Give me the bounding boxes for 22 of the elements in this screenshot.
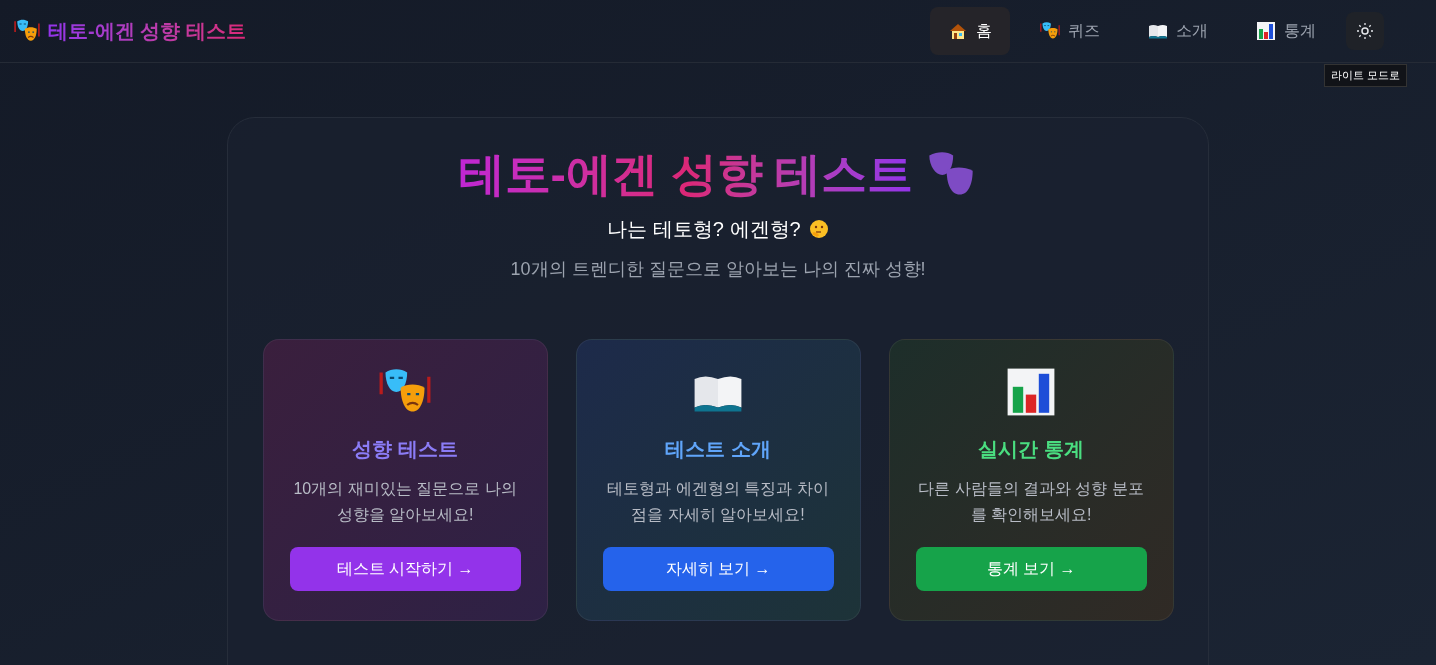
- bar-chart-icon: [1256, 21, 1276, 41]
- tooltip: 라이트 모드로: [1324, 64, 1408, 87]
- theater-masks-icon: [14, 18, 40, 44]
- subtitle: 나는 테토형? 에겐형?: [607, 216, 801, 242]
- nav-tab[interactable]: 홈: [930, 7, 1010, 55]
- nav-tab[interactable]: 소개: [1130, 7, 1226, 55]
- thinking-face-icon: [808, 218, 829, 239]
- card-button[interactable]: 자세히 보기 →: [602, 546, 834, 591]
- card-title: 성향 테스트: [352, 436, 458, 462]
- house-icon: [948, 21, 968, 41]
- card-text: 다른 사람들의 결과와 성향 분포를 확인해보세요!: [917, 478, 1145, 525]
- nav-tab[interactable]: 통계: [1238, 7, 1334, 55]
- theater-masks-icon: [1040, 21, 1060, 41]
- card-button[interactable]: 테스트 시작하기 →: [289, 546, 521, 591]
- nav-tab[interactable]: 퀴즈: [1022, 7, 1118, 55]
- card-title: 테스트 소개: [665, 436, 771, 462]
- card-text: 테토형과 에겐형의 특징과 차이점을 자세히 알아보세요!: [606, 478, 830, 525]
- card-text: 10개의 재미있는 질문으로 나의 성향을 알아보세요!: [292, 478, 518, 525]
- sun-icon: [1357, 23, 1373, 39]
- theme-toggle-button[interactable]: [1346, 12, 1384, 50]
- card-title: 실시간 통계: [978, 436, 1084, 462]
- description: 10개의 트렌디한 질문으로 알아보는 나의 진짜 성향!: [510, 257, 926, 281]
